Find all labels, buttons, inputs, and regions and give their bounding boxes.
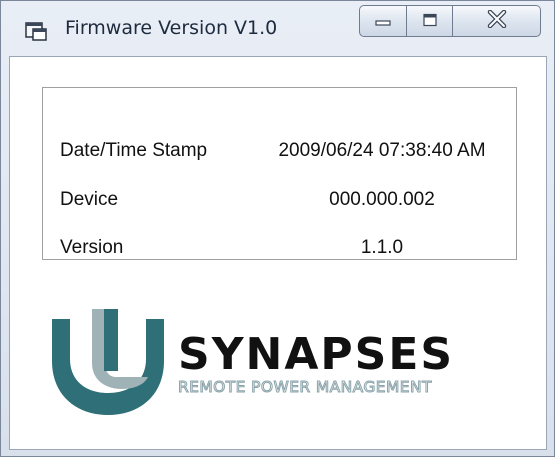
- window-app-icon[interactable]: [25, 21, 47, 41]
- version-label: Version: [60, 237, 124, 258]
- firmware-version-window: Firmware Version V1.0 Date/Time Stamp 20…: [0, 0, 555, 457]
- close-button[interactable]: [453, 5, 541, 37]
- title-bar[interactable]: Firmware Version V1.0: [1, 1, 554, 55]
- client-area: Date/Time Stamp 2009/06/24 07:38:40 AM D…: [9, 56, 547, 450]
- brand-name: SYNAPSES: [178, 329, 455, 380]
- info-row-date-time: Date/Time Stamp 2009/06/24 07:38:40 AM: [43, 140, 516, 168]
- version-value: 1.1.0: [360, 237, 404, 258]
- brand-tagline: REMOTE POWER MANAGEMENT: [178, 378, 432, 397]
- firmware-info-group: Date/Time Stamp 2009/06/24 07:38:40 AM D…: [42, 87, 517, 260]
- minimize-icon: [374, 12, 392, 31]
- info-row-version: Version 1.1.0: [43, 237, 516, 265]
- date-time-label: Date/Time Stamp: [60, 140, 208, 161]
- maximize-icon: [422, 12, 438, 31]
- maximize-button[interactable]: [407, 5, 453, 37]
- device-label: Device: [60, 189, 119, 210]
- minimize-button[interactable]: [359, 5, 407, 37]
- synapses-logo: SYNAPSES REMOTE POWER MANAGEMENT: [52, 309, 532, 419]
- window-title: Firmware Version V1.0: [65, 17, 278, 39]
- info-row-device: Device 000.000.002: [43, 189, 516, 217]
- date-time-value: 2009/06/24 07:38:40 AM: [278, 140, 486, 161]
- synapses-logo-icon: [52, 309, 164, 423]
- caption-buttons: [359, 5, 541, 37]
- device-value: 000.000.002: [329, 189, 435, 210]
- close-icon: [486, 9, 508, 32]
